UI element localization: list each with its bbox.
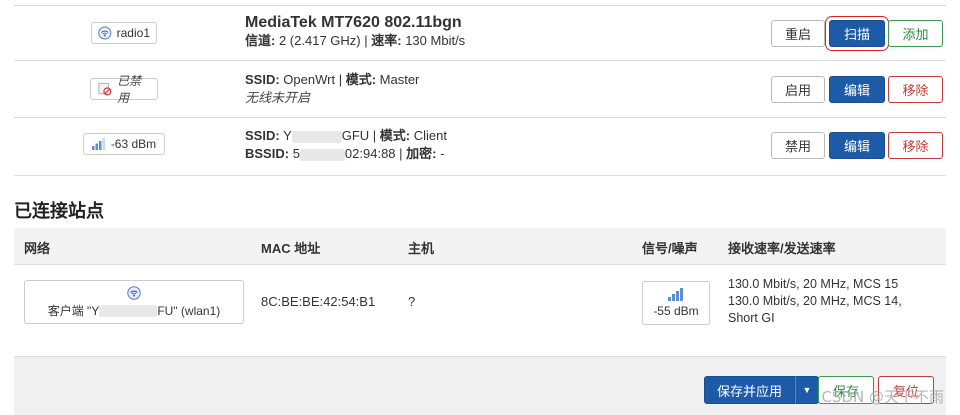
restart-button[interactable]: 重启 (771, 20, 825, 47)
rate-label: 速率: (371, 33, 402, 48)
col-host: 主机 (408, 241, 435, 256)
disable-button[interactable]: 禁用 (771, 132, 825, 159)
host-value: ? (408, 294, 416, 309)
wireless-off-note: 无线未开启 (245, 90, 311, 105)
network-label: 客户端 "Y FU" (wlan1) (48, 302, 221, 319)
network-badge[interactable]: 客户端 "Y FU" (wlan1) (24, 280, 244, 324)
rate-values: 130.0 Mbit/s, 20 MHz, MCS 15 130.0 Mbit/… (728, 276, 902, 327)
watermark: CSDN @天下不雨 (821, 388, 944, 406)
ssid-prefix: Y (283, 128, 292, 143)
radio-details: 信道: 2 (2.417 GHz) | 速率: 130 Mbit/s (245, 33, 466, 48)
station-signal-value: -55 dBm (653, 304, 699, 318)
iface-client-row: -63 dBm SSID: Y GFU | 模式: Client BSSID: 5… (14, 118, 946, 176)
mode-value: Client (413, 128, 448, 143)
ssid-suffix: GFU (341, 128, 370, 143)
wifi-radio-icon (127, 285, 141, 300)
wifi-disabled-icon (98, 82, 112, 96)
channel-label: 信道: (245, 33, 276, 48)
radio-title: MediaTek MT7620 802.11bgn (245, 14, 462, 31)
footer-bar: 保存并应用 ▼ 保存 复位 (14, 356, 946, 415)
remove-button-iface2[interactable]: 移除 (888, 132, 943, 159)
ssid-label: SSID: (245, 72, 280, 87)
add-button[interactable]: 添加 (888, 20, 943, 47)
col-network: 网络 (24, 241, 51, 256)
radio-row: radio1 MediaTek MT7620 802.11bgn 信道: 2 (… (14, 6, 946, 61)
iface2-line2: BSSID: 5 02:94:88 | 加密: - (245, 146, 445, 161)
network-suffix: FU" (wlan1) (157, 303, 221, 318)
signal-bars-icon (91, 138, 105, 150)
channel-value: 2 (2.417 GHz) (278, 33, 361, 48)
col-rate: 接收速率/发送速率 (728, 241, 836, 256)
disabled-badge-label: 已禁用 (117, 74, 142, 105)
save-apply-split-button: 保存并应用 ▼ (704, 376, 820, 404)
signal-bars-icon (668, 288, 683, 301)
radio-badge-label: radio1 (116, 26, 150, 40)
ssid-label: SSID: (245, 128, 280, 143)
edit-button-iface2[interactable]: 编辑 (829, 132, 885, 159)
bssid-prefix: 5 (292, 146, 300, 161)
iface1-info: SSID: OpenWrt | 模式: Master 无线未开启 (245, 71, 419, 107)
rate-value: 130 Mbit/s (405, 33, 466, 48)
radio-info: MediaTek MT7620 802.11bgn 信道: 2 (2.417 G… (245, 14, 465, 50)
wifi-radio-icon (98, 26, 112, 40)
encryption-value: - (440, 146, 445, 161)
iface2-info: SSID: Y GFU | 模式: Client BSSID: 5 02:94:88… (245, 127, 447, 163)
bssid-label: BSSID: (245, 146, 290, 161)
stations-heading: 已连接站点 (14, 201, 104, 221)
redacted-bssid (299, 148, 345, 161)
edit-button-iface1[interactable]: 编辑 (829, 76, 885, 103)
remove-button-iface1[interactable]: 移除 (888, 76, 943, 103)
iface2-line1: SSID: Y GFU | 模式: Client (245, 128, 448, 143)
table-row: 客户端 "Y FU" (wlan1) 8C:BE:BE:42:54:B1 ? -5… (14, 265, 946, 355)
redacted-network (99, 305, 158, 318)
scan-button[interactable]: 扫描 (825, 16, 889, 51)
signal-badge-label: -63 dBm (110, 137, 157, 151)
signal-badge: -63 dBm (83, 133, 165, 155)
stations-table-header: 网络 MAC 地址 主机 信号/噪声 接收速率/发送速率 (14, 228, 946, 265)
col-mac: MAC 地址 (261, 241, 321, 256)
iface1-line1: SSID: OpenWrt | 模式: Master (245, 72, 420, 87)
mac-address: 8C:BE:BE:42:54:B1 (261, 294, 376, 309)
disabled-badge: 已禁用 (90, 74, 158, 105)
redacted-ssid (291, 130, 342, 143)
ssid-value: OpenWrt (283, 72, 336, 87)
radio-badge: radio1 (91, 22, 157, 44)
mode-label: 模式: (345, 72, 377, 87)
rate-rx: 130.0 Mbit/s, 20 MHz, MCS 15 (728, 277, 899, 291)
encryption-label: 加密: (406, 146, 437, 161)
enable-button[interactable]: 启用 (771, 76, 825, 103)
rate-tx: 130.0 Mbit/s, 20 MHz, MCS 14, (728, 294, 902, 308)
iface-disabled-row: 已禁用 SSID: OpenWrt | 模式: Master 无线未开启 启用 … (14, 61, 946, 118)
caret-down-icon[interactable]: ▼ (795, 376, 820, 404)
mode-label: 模式: (379, 128, 411, 143)
col-signal: 信号/噪声 (642, 241, 698, 256)
mode-value: Master (379, 72, 420, 87)
bssid-suffix: 02:94:88 (344, 146, 396, 161)
save-apply-button[interactable]: 保存并应用 (704, 376, 796, 404)
station-signal-badge: -55 dBm (642, 281, 710, 325)
rate-tx-gi: Short GI (728, 311, 775, 325)
network-prefix: 客户端 "Y (47, 303, 100, 318)
